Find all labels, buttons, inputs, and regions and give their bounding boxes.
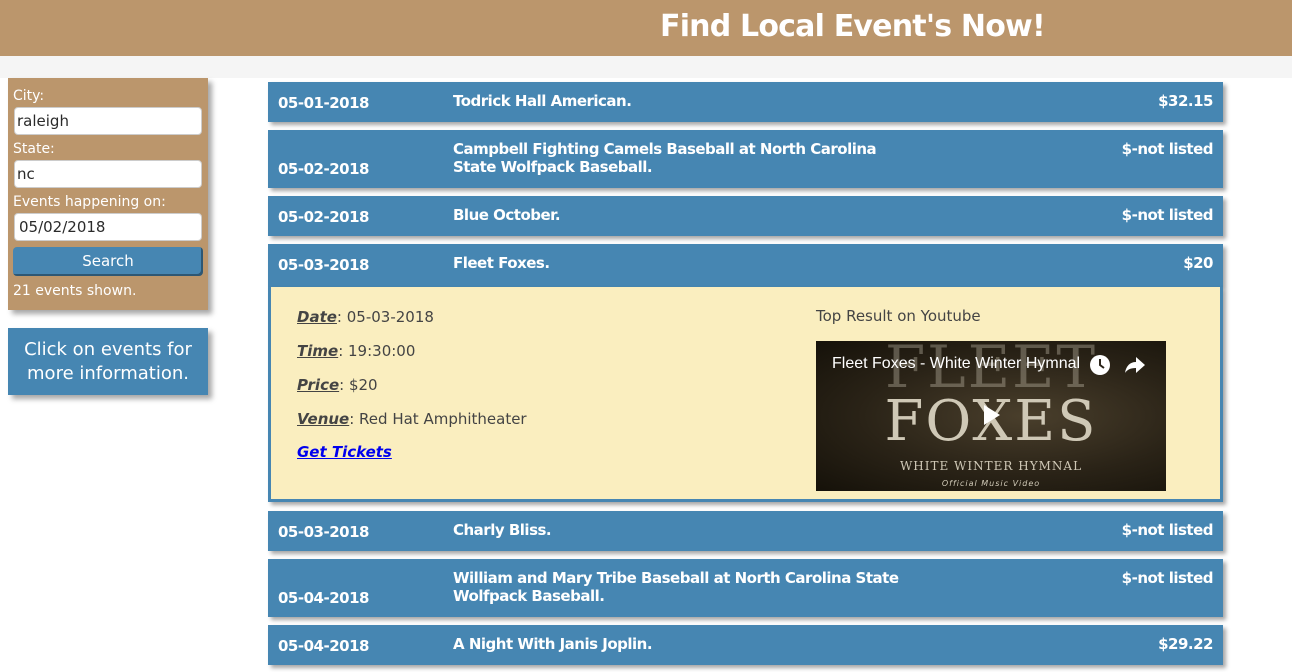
detail-price-key: Price <box>297 376 340 394</box>
event-row[interactable]: 05-04-2018 A Night With Janis Joplin. $2… <box>268 625 1223 665</box>
detail-date-value: : 05-03-2018 <box>336 308 434 326</box>
video-caption: Official Music Video <box>941 479 1041 488</box>
date-label: Events happening on: <box>13 194 166 210</box>
event-date: 05-04-2018 <box>278 637 369 655</box>
event-date: 05-03-2018 <box>278 523 369 541</box>
event-price: $-not listed <box>1121 521 1214 539</box>
header-subband <box>0 56 1292 78</box>
event-name: Blue October. <box>453 206 561 224</box>
date-input[interactable] <box>14 213 202 241</box>
detail-time-key: Time <box>297 342 339 360</box>
event-price: $-not listed <box>1121 206 1214 224</box>
event-name: Charly Bliss. <box>453 521 552 539</box>
event-date: 05-02-2018 <box>278 160 369 178</box>
watch-later-icon[interactable] <box>1089 354 1111 376</box>
city-input[interactable] <box>14 107 202 135</box>
detail-venue: Venue: Red Hat Amphitheater <box>297 410 527 428</box>
event-row[interactable]: 05-01-2018 Todrick Hall American. $32.15 <box>268 82 1223 122</box>
youtube-label: Top Result on Youtube <box>816 307 981 325</box>
youtube-video-embed[interactable]: FLEET FOXES WHITE WINTER HYMNAL Official… <box>816 341 1166 491</box>
get-tickets-link[interactable]: Get Tickets <box>297 443 392 461</box>
city-label: City: <box>13 88 45 104</box>
event-row[interactable]: 05-02-2018 Blue October. $-not listed <box>268 196 1223 236</box>
detail-date-key: Date <box>297 308 337 326</box>
event-name: Todrick Hall American. <box>453 92 632 110</box>
event-details-panel: Date: 05-03-2018 Time: 19:30:00 Price: $… <box>268 287 1223 502</box>
search-panel: City: State: Events happening on: Search… <box>8 78 208 310</box>
search-button[interactable]: Search <box>13 247 203 276</box>
event-price: $32.15 <box>1158 92 1213 110</box>
share-icon[interactable] <box>1124 355 1146 375</box>
events-count: 21 events shown. <box>13 283 137 299</box>
detail-price: Price: $20 <box>297 376 378 394</box>
info-box: Click on events for more information. <box>8 328 208 395</box>
event-price: $-not listed <box>1121 569 1214 587</box>
event-date: 05-02-2018 <box>278 208 369 226</box>
event-price: $-not listed <box>1121 140 1214 158</box>
event-row[interactable]: 05-03-2018 Charly Bliss. $-not listed <box>268 511 1223 551</box>
detail-time: Time: 19:30:00 <box>297 342 415 360</box>
event-name: William and Mary Tribe Baseball at North… <box>453 569 899 605</box>
event-name: Campbell Fighting Camels Baseball at Nor… <box>453 140 877 176</box>
state-input[interactable] <box>14 160 202 188</box>
detail-price-value: : $20 <box>339 376 378 394</box>
event-row[interactable]: 05-04-2018 William and Mary Tribe Baseba… <box>268 559 1223 617</box>
detail-venue-value: : Red Hat Amphitheater <box>349 410 527 428</box>
page-title: Find Local Event's Now! <box>660 9 1046 44</box>
detail-date: Date: 05-03-2018 <box>297 308 434 326</box>
video-title: Fleet Foxes - White Winter Hymnal <box>832 355 1081 372</box>
play-button-icon[interactable] <box>967 396 1015 434</box>
event-date: 05-03-2018 <box>278 256 369 274</box>
detail-venue-key: Venue <box>297 410 350 428</box>
header-bar: Find Local Event's Now! <box>0 0 1292 56</box>
event-price: $29.22 <box>1158 635 1213 653</box>
info-text: Click on events for more information. <box>24 338 192 384</box>
event-date: 05-01-2018 <box>278 94 369 112</box>
event-date: 05-04-2018 <box>278 589 369 607</box>
detail-time-value: : 19:30:00 <box>338 342 416 360</box>
event-row[interactable]: 05-02-2018 Campbell Fighting Camels Base… <box>268 130 1223 188</box>
event-price: $20 <box>1183 254 1213 272</box>
event-name: Fleet Foxes. <box>453 254 550 272</box>
state-label: State: <box>13 141 55 157</box>
video-subtitle: WHITE WINTER HYMNAL <box>899 459 1083 473</box>
event-row-expanded[interactable]: 05-03-2018 Fleet Foxes. $20 <box>268 244 1223 287</box>
event-name: A Night With Janis Joplin. <box>453 635 653 653</box>
